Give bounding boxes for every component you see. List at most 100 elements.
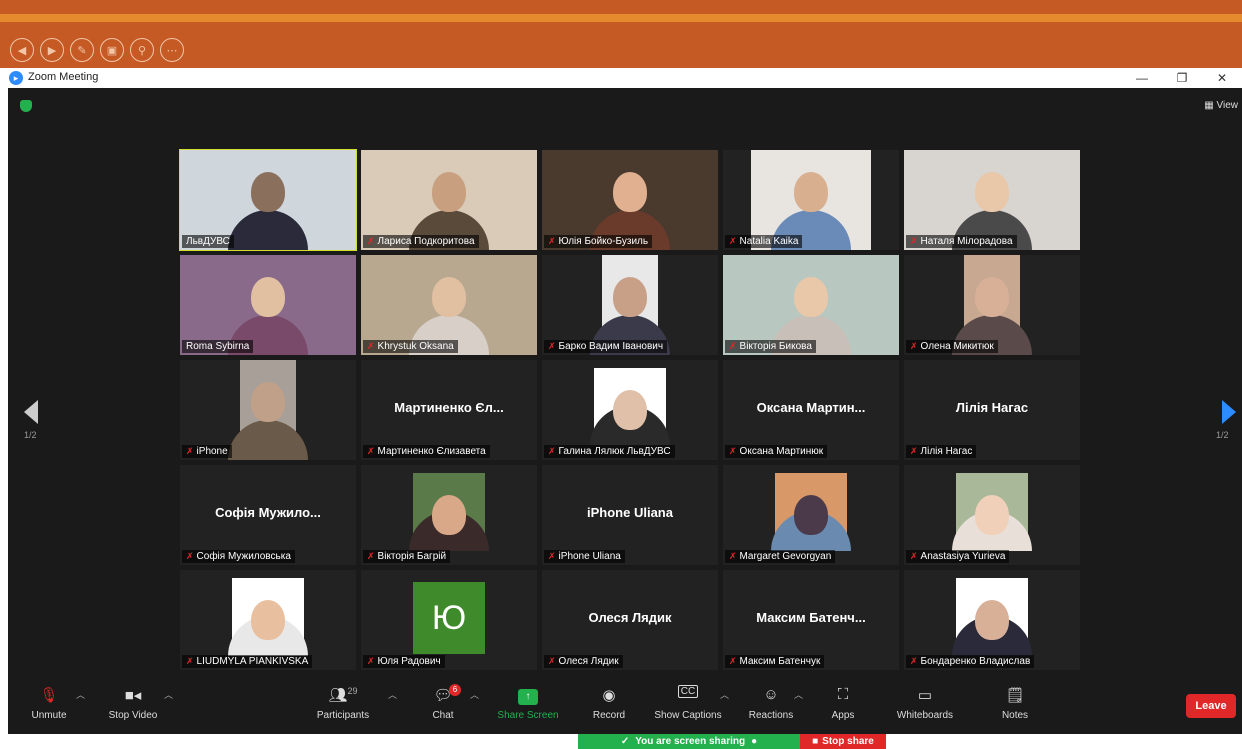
security-shield-icon[interactable] [20,100,32,112]
slides-icon[interactable]: ▣ [100,38,124,62]
participant-name: Юля Радович [377,656,441,667]
chat-badge: 6 [449,684,461,696]
participant-name-label: Roma Sybirna [182,340,254,353]
stop-share-button[interactable]: ■ Stop share [800,734,886,749]
window-title: Zoom Meeting [28,71,99,83]
reactions-label: Reactions [748,710,794,721]
apps-button[interactable]: ⛶ Apps [808,686,878,721]
participant-tile[interactable]: ✗ Khrystuk Oksana [361,255,537,355]
participant-tile[interactable]: ✗ Natalia Kaika [723,150,899,250]
leave-button[interactable]: Leave [1186,694,1236,718]
person-head [251,382,285,422]
pen-icon[interactable]: ✎ [70,38,94,62]
participant-tile[interactable]: ✗ Наталя Мілорадова [904,150,1080,250]
participant-tile[interactable]: ✗ Олена Микитюк [904,255,1080,355]
participant-tile[interactable]: ✗ Вікторія Багрій [361,465,537,565]
participant-name-label: ✗ Лариса Подкоритова [363,235,479,248]
participant-name: Natalia Kaika [739,236,799,247]
participant-tile[interactable]: ✗ Бондаренко Владислав [904,570,1080,670]
stop-video-button[interactable]: ■◂ Stop Video [98,686,168,721]
participant-video [228,360,308,460]
participant-tile[interactable]: Максим Батенч... ✗ Максим Батенчук [723,570,899,670]
prev-page-button[interactable]: 1/2 [24,400,44,440]
participant-tile[interactable]: ✗ Margaret Gevorgyan [723,465,899,565]
participant-tile[interactable]: ✗ LIUDMYLA PIANKIVSKA [180,570,356,670]
participants-caret[interactable]: ︿ [388,688,397,701]
share-status[interactable]: ✓ You are screen sharing ● [578,734,800,749]
notes-icon: 🗒︎ [1005,687,1025,704]
whiteboards-button[interactable]: ▭ Whiteboards [890,686,960,721]
reactions-caret[interactable]: ︿ [794,688,803,701]
participant-tile[interactable]: ✗ Юлія Бойко-Бузиль [542,150,718,250]
muted-mic-icon: ✗ [548,446,556,456]
participant-tile[interactable]: ✗ Барко Вадим Іванович [542,255,718,355]
close-button[interactable]: ✕ [1202,68,1242,88]
muted-mic-icon: ✗ [729,236,737,246]
show-captions-button[interactable]: CC Show Captions [653,685,723,721]
participant-tile[interactable]: ✗ Лариса Подкоритова [361,150,537,250]
view-label: View [1216,100,1239,111]
participant-tile[interactable]: ✗ Галина Лялюк ЛьвДУВС [542,360,718,460]
participant-name-label: ✗ Khrystuk Oksana [363,340,458,353]
participant-name: Максим Батенчук [739,656,821,667]
captions-icon: CC [653,685,723,706]
participant-tile[interactable]: ✗ iPhone [180,360,356,460]
muted-mic-icon: ✗ [367,341,375,351]
notes-button[interactable]: 🗒︎ Notes [980,686,1050,721]
page-indicator-right: 1/2 [1216,430,1229,440]
meeting-area: ▦ View 1/2 1/2 ЛьвДУВС ✗ Лариса Подкоритов… [8,88,1242,734]
person-body [228,210,308,250]
share-screen-icon: ↑ [493,686,563,706]
record-label: Record [592,710,626,721]
minimize-button[interactable]: — [1122,68,1162,88]
chat-button[interactable]: 💬︎ 6 Chat [408,684,478,721]
record-button[interactable]: ◉ Record [574,686,644,721]
gallery-grid: ЛьвДУВС ✗ Лариса Подкоритова ✗ Юлія Бойко-Бу… [179,149,1080,670]
window-controls: — ❐ ✕ [1122,68,1242,88]
captions-caret[interactable]: ︿ [720,688,729,701]
share-screen-button[interactable]: ↑ Share Screen [493,686,563,721]
chat-label: Chat [432,710,454,721]
audio-options-caret[interactable]: ︿ [76,688,85,701]
participant-tile[interactable]: Мартиненко Єл... ✗ Мартиненко Єлизавета [361,360,537,460]
participant-tile[interactable]: Roma Sybirna [180,255,356,355]
participant-tile[interactable]: ✗ Anastasiya Yurieva [904,465,1080,565]
participant-tile[interactable]: ✗ Вікторія Бикова [723,255,899,355]
more-icon[interactable]: ⋯ [160,38,184,62]
participants-button[interactable]: 👥︎29 Participants [308,686,378,721]
participant-tile[interactable]: Ю ✗ Юля Радович [361,570,537,670]
participant-display-name: Максим Батенч... [756,610,866,625]
participant-name-label: ✗ iPhone Uliana [544,550,625,563]
participant-tile[interactable]: Оксана Мартин... ✗ Оксана Мартинюк [723,360,899,460]
participant-name: Roma Sybirna [186,341,250,352]
person-head [794,277,828,317]
window-titlebar: ▸ Zoom Meeting — ❐ ✕ [0,68,1242,88]
person-head [975,600,1009,640]
participant-tile[interactable]: Софія Мужило... ✗ Софія Мужиловська [180,465,356,565]
participant-tile[interactable]: Олеся Лядик ✗ Олеся Лядик [542,570,718,670]
video-options-caret[interactable]: ︿ [164,688,173,701]
maximize-button[interactable]: ❐ [1162,68,1202,88]
share-shield-icon: ● [751,736,758,747]
forward-icon[interactable]: ▶ [40,38,64,62]
participant-name: LIUDMYLA PIANKIVSKA [196,656,309,667]
back-icon[interactable]: ◀ [10,38,34,62]
muted-mic-icon: ✗ [367,551,375,561]
participant-name-label: ✗ Natalia Kaika [725,235,803,248]
participant-name: Олеся Лядик [558,656,619,667]
participant-name-label: ✗ Вікторія Бикова [725,340,816,353]
unmute-button[interactable]: 🎙︎ Unmute [14,686,84,721]
next-page-button[interactable]: 1/2 [1216,400,1236,440]
person-head [975,495,1009,535]
participant-tile[interactable]: Лілія Нагас ✗ Лілія Нагас [904,360,1080,460]
chat-caret[interactable]: ︿ [470,688,479,701]
whiteboard-icon: ▭ [917,687,933,704]
participant-tile[interactable]: ЛьвДУВС [179,149,357,251]
participant-name: Лариса Подкоритова [377,236,475,247]
zoom-icon[interactable]: ⚲ [130,38,154,62]
view-button[interactable]: ▦ View [1204,100,1238,111]
participant-name-label: ✗ Олена Микитюк [906,340,998,353]
participant-tile[interactable]: iPhone Uliana ✗ iPhone Uliana [542,465,718,565]
participant-display-name: Софія Мужило... [215,505,321,520]
muted-mic-icon: ✗ [729,656,737,666]
